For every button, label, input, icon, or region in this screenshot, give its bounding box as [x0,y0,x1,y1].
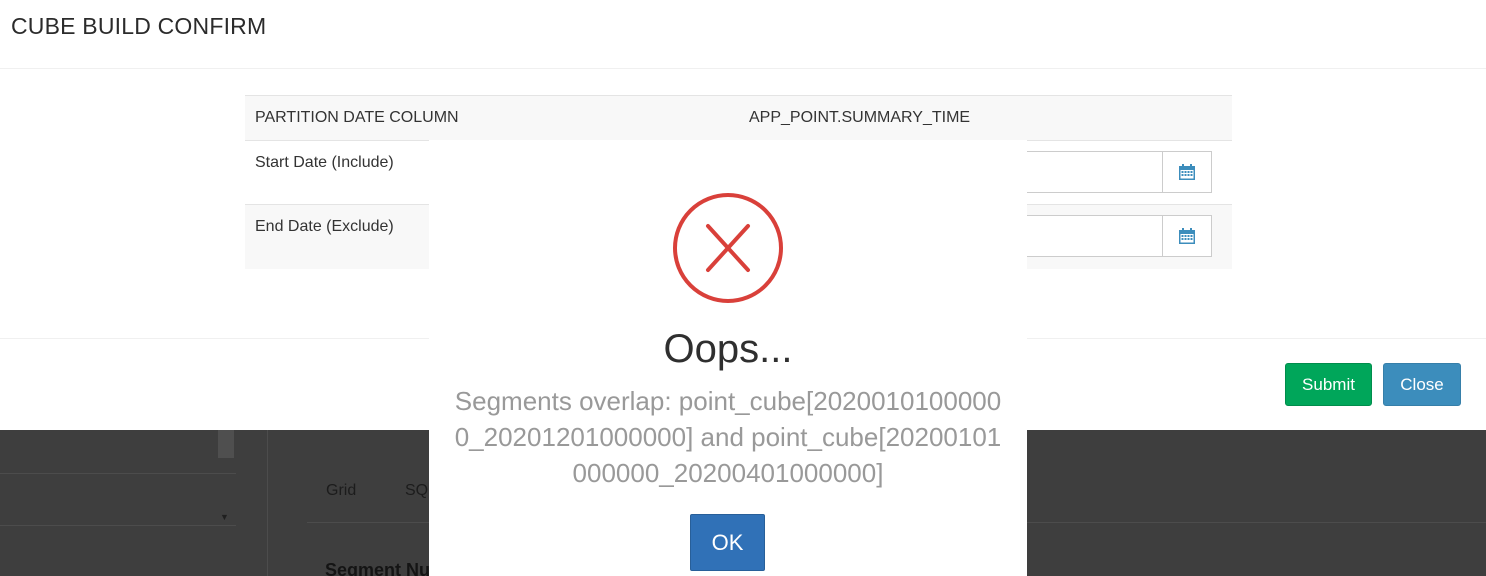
background-tab-grid: Grid [326,482,357,499]
background-tab-sql: SQ [405,482,429,499]
background-row-divider [0,473,236,474]
modal-header: CUBE BUILD CONFIRM [0,0,1486,69]
error-x-icon [673,193,783,303]
modal-title: CUBE BUILD CONFIRM [11,13,267,39]
background-scrollbar-thumb [218,430,234,458]
background-panel-divider [267,430,268,576]
error-alert-dialog: Oops... Segments overlap: point_cube[202… [429,140,1027,576]
start-date-label: Start Date (Include) [255,154,394,171]
end-date-picker-button[interactable] [1162,215,1212,257]
partition-column-value: APP_POINT.SUMMARY_TIME [749,109,971,126]
calendar-icon [1179,164,1195,180]
submit-button[interactable]: Submit [1285,363,1372,406]
background-section-title: Segment Nu [325,560,431,576]
partition-column-row: PARTITION DATE COLUMN APP_POINT.SUMMARY_… [245,95,1232,141]
background-left-panel: ▼ [0,430,236,576]
alert-message: Segments overlap: point_cube[20200101000… [454,386,1002,488]
ok-button[interactable]: OK [690,514,765,571]
partition-column-label: PARTITION DATE COLUMN [255,109,459,126]
end-date-label: End Date (Exclude) [255,218,394,235]
calendar-icon [1179,228,1195,244]
background-row-divider [0,525,236,526]
scroll-down-arrow-icon: ▼ [220,512,229,522]
start-date-picker-button[interactable] [1162,151,1212,193]
close-button[interactable]: Close [1383,363,1461,406]
alert-title: Oops... [663,327,793,371]
